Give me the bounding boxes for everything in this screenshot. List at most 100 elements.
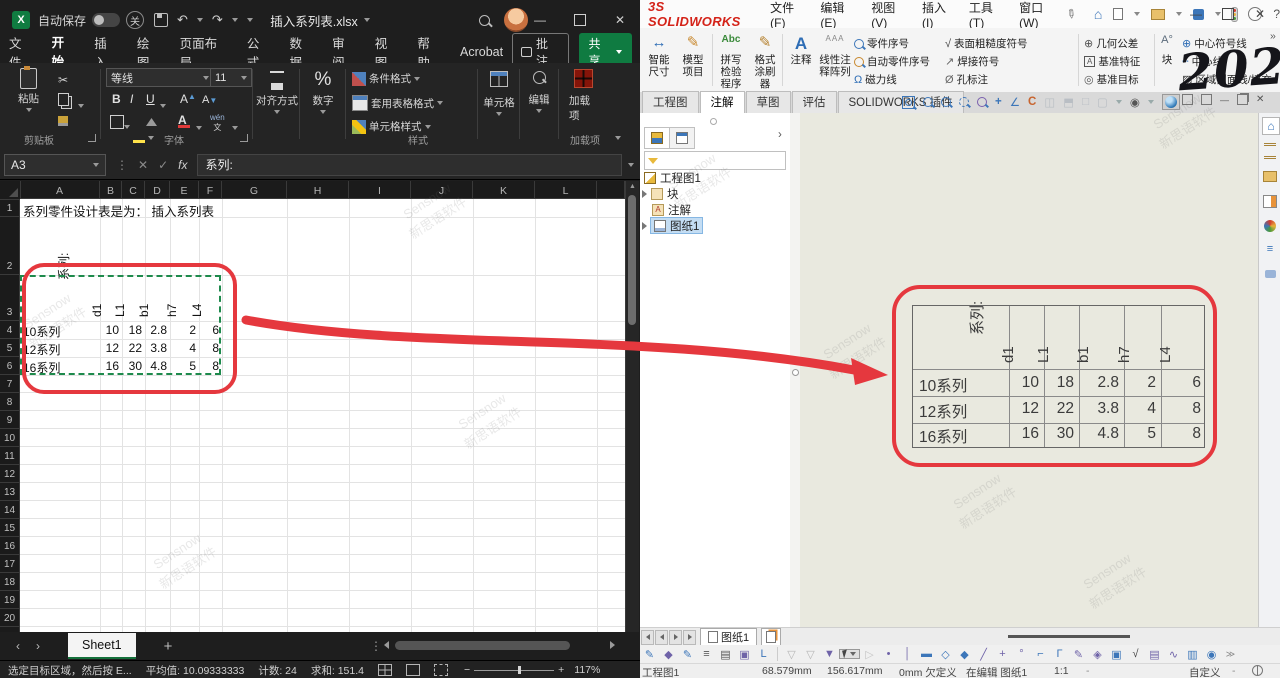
cut-button[interactable]: ✂ — [58, 73, 68, 87]
hide-show-icon[interactable]: □ — [1082, 96, 1089, 108]
ribbon-collapse-icon[interactable] — [615, 129, 621, 143]
page-break-icon[interactable] — [434, 664, 448, 676]
page-layout-icon[interactable] — [406, 664, 420, 676]
tabbar-dots-icon[interactable]: ⋮ — [370, 639, 382, 653]
model-items-button[interactable]: ✎模型项目 — [678, 34, 708, 78]
sketch-tool-icon[interactable]: √ — [1126, 648, 1145, 660]
cell-A1-title[interactable]: 系列零件设计表是为： 插入系列表 — [23, 201, 214, 220]
undo-dropdown-icon[interactable] — [197, 18, 203, 22]
enter-icon[interactable]: ✓ — [158, 158, 168, 172]
select-cursor-button[interactable] — [839, 649, 860, 659]
copy-dropdown-icon[interactable] — [78, 97, 84, 111]
menu-view[interactable]: 视图(V) — [871, 0, 905, 30]
spell-checker-button[interactable]: Abc拼写检验程序 — [716, 34, 746, 90]
forum-icon[interactable] — [1262, 266, 1278, 282]
normal-view-icon[interactable] — [378, 664, 392, 676]
file-explorer-icon[interactable] — [1262, 168, 1278, 184]
toolbar-icon[interactable]: ✎ — [678, 648, 697, 661]
toolbar-icon[interactable]: ▤ — [716, 648, 735, 661]
sketch-tool-icon[interactable]: ▤ — [1145, 648, 1164, 661]
next-sheet-icon[interactable] — [669, 630, 682, 645]
filter-icon[interactable]: ▽ — [801, 648, 820, 661]
last-sheet-icon[interactable] — [683, 630, 696, 645]
view-palette-icon[interactable] — [1262, 193, 1278, 209]
featuremanager-tab[interactable] — [644, 127, 670, 149]
toolbar-icon[interactable]: L — [754, 648, 773, 660]
sketch-tool-icon[interactable]: ∿ — [1164, 648, 1183, 661]
scale-dropdown[interactable]: - — [1086, 665, 1090, 677]
italic-button[interactable]: I — [130, 92, 133, 106]
fx-icon[interactable]: fx — [178, 158, 187, 172]
toolbar-icon[interactable]: ✎ — [640, 648, 659, 661]
home-icon[interactable]: ⌂ — [1094, 6, 1102, 22]
hole-callout-button[interactable]: Ø孔标注 — [945, 72, 988, 87]
conditional-format-button[interactable]: 条件格式 — [352, 71, 420, 86]
vertical-scrollbar[interactable]: ▲ — [625, 181, 639, 632]
sketch-tool-icon[interactable]: ✎ — [1069, 648, 1088, 661]
save-icon[interactable] — [154, 13, 168, 27]
sketch-tool-icon[interactable]: + — [993, 648, 1012, 660]
zoom-out-icon[interactable] — [941, 97, 951, 107]
alignment-button[interactable]: 对齐方式 — [256, 71, 298, 114]
expand-icon[interactable] — [642, 190, 647, 198]
column-headers[interactable]: AB CD EF GH IJ KL — [20, 181, 625, 199]
zoom-out-button[interactable]: − — [464, 664, 470, 676]
taskpane-home-icon[interactable]: ⌂ — [1262, 117, 1280, 135]
add-sheet-tab[interactable] — [761, 628, 781, 646]
addins-button[interactable]: 加载项 — [566, 69, 600, 123]
undo-button[interactable]: ↶ — [177, 12, 188, 28]
grow-font-button[interactable]: A▲ — [180, 92, 196, 106]
number-button[interactable]: % 数字 — [303, 69, 343, 114]
note-button[interactable]: A注释 — [786, 34, 816, 66]
zoom-in-icon[interactable] — [923, 97, 933, 107]
toolbar-overflow-icon[interactable]: ≫ — [1221, 649, 1240, 660]
sketch-tool-icon[interactable]: ⌐ — [1031, 648, 1050, 660]
font-size-combo[interactable]: 11 — [210, 68, 252, 87]
bold-button[interactable]: B — [112, 92, 121, 106]
magnetic-line-button[interactable]: Ω磁力线 — [854, 72, 897, 87]
phonetic-button[interactable]: wén文 — [210, 113, 225, 133]
copy-button[interactable] — [58, 93, 69, 109]
filter-ic on[interactable]: ▼ — [820, 648, 839, 660]
menu-window[interactable]: 窗口(W) — [1019, 0, 1056, 30]
sketch-tool-icon[interactable]: ╱ — [974, 648, 993, 661]
status-custom[interactable]: 自定义 — [1189, 665, 1221, 678]
format-as-table-button[interactable]: 套用表格格式 — [352, 95, 443, 111]
sw-hscroll-thumb[interactable] — [1008, 635, 1130, 638]
row-headers[interactable]: 12 34 56 78 910 1112 1314 1516 1718 1920… — [0, 199, 20, 632]
prev-sheet-icon[interactable] — [655, 630, 668, 645]
next-sheet-icon[interactable]: › — [36, 639, 40, 653]
clipboard-launcher-icon[interactable] — [88, 134, 96, 142]
status-scale[interactable]: 1:1 — [1054, 665, 1069, 677]
linear-note-pattern-button[interactable]: AAA线性注释阵列 — [818, 34, 852, 78]
datum-target-button[interactable]: ◎基准目标 — [1084, 72, 1139, 87]
sketch-tool-icon[interactable]: ▬ — [917, 648, 936, 660]
title-dropdown-icon[interactable] — [364, 18, 370, 22]
tab-annotation[interactable]: 注解 — [700, 91, 745, 113]
tree-flyout-icon[interactable]: › — [778, 129, 782, 141]
render-sphere-icon[interactable] — [1162, 94, 1180, 110]
shrink-font-button[interactable]: A▼ — [202, 94, 217, 106]
sketch-tool-icon[interactable]: ◆ — [955, 648, 974, 661]
format-painter-button[interactable]: ✎格式涂刷器 — [750, 34, 780, 90]
sketch-tool-icon[interactable]: ◇ — [936, 648, 955, 661]
search-icon[interactable] — [479, 15, 490, 26]
sketch-tool-icon[interactable]: ° — [1012, 648, 1031, 660]
sheet-tab-active[interactable]: Sheet1 — [68, 633, 136, 659]
sketch-tool-icon[interactable]: │ — [898, 648, 917, 660]
formula-input[interactable]: 系列: — [197, 154, 622, 176]
auto-balloon-button[interactable]: 自动零件序号 — [854, 54, 930, 69]
paste-button[interactable]: 粘贴 — [18, 68, 39, 112]
sketch-tool-icon[interactable]: • — [879, 648, 898, 660]
expand-icon[interactable] — [642, 222, 647, 230]
sketch-tool-icon[interactable]: ▣ — [1107, 648, 1126, 661]
cells-button[interactable]: 单元格 — [481, 71, 517, 116]
scrollbar-thumb[interactable] — [628, 195, 636, 325]
font-launcher-icon[interactable] — [240, 134, 248, 142]
sketch-tool-icon[interactable]: ◉ — [1202, 648, 1221, 661]
tree-item-drawing1[interactable]: 工程图1 — [644, 170, 701, 185]
menu-insert[interactable]: 插入(I) — [922, 0, 952, 30]
autosave-toggle[interactable] — [92, 13, 120, 27]
underline-dropdown-icon[interactable] — [160, 97, 166, 111]
font-color-dropdown-icon[interactable] — [196, 119, 202, 133]
